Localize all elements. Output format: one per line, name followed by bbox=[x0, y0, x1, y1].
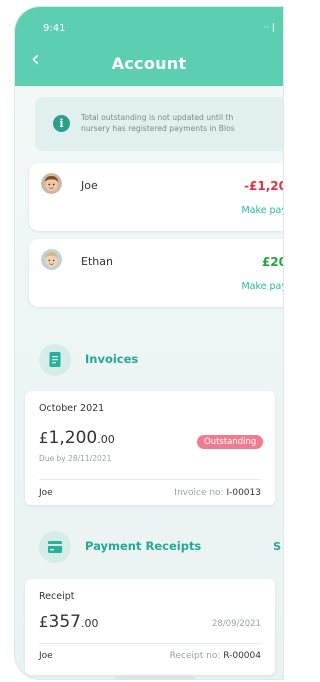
child-name: Joe bbox=[81, 179, 98, 192]
amount-cents: .00 bbox=[97, 433, 115, 446]
make-payment-link[interactable]: Make pay bbox=[241, 205, 283, 216]
notice-line-1: Total outstanding is not updated until t… bbox=[81, 113, 234, 122]
currency-symbol: £ bbox=[39, 613, 49, 631]
section-title: Invoices bbox=[85, 352, 139, 366]
status-time: 9:41 bbox=[43, 23, 66, 34]
section-title: Payment Receipts bbox=[85, 539, 202, 553]
receipt-label: Receipt bbox=[39, 591, 75, 602]
phone-frame: 9:41 ··❘ ‹ Account i Total outstanding i… bbox=[14, 6, 284, 680]
receipt-number-label: Receipt no: bbox=[169, 651, 224, 661]
invoice-icon bbox=[39, 344, 71, 376]
receipt-child-name: Joe bbox=[39, 651, 53, 661]
child-balance: £20 bbox=[261, 255, 283, 269]
divider bbox=[39, 479, 261, 480]
signal-icon: ··❘ bbox=[263, 23, 277, 33]
avatar bbox=[41, 249, 62, 270]
avatar bbox=[41, 173, 62, 194]
invoice-period: October 2021 bbox=[39, 403, 105, 414]
child-name: Ethan bbox=[81, 255, 113, 268]
see-all-link[interactable]: S bbox=[273, 540, 281, 553]
app-header: 9:41 ··❘ ‹ Account bbox=[15, 7, 283, 86]
notice-banner: i Total outstanding is not updated until… bbox=[35, 97, 283, 151]
receipt-card[interactable]: Receipt £357.00 28/09/2021 Joe Receipt n… bbox=[25, 579, 275, 675]
amount-main: 357 bbox=[48, 612, 81, 632]
amount-main: 1,200 bbox=[48, 428, 98, 448]
amount-cents: .00 bbox=[81, 617, 99, 630]
credit-card-icon bbox=[39, 531, 71, 563]
receipt-number: Receipt no: R-00004 bbox=[170, 651, 261, 661]
invoice-amount: £1,200.00 bbox=[39, 428, 115, 448]
page-title: Account bbox=[111, 54, 187, 73]
invoice-due-date: Due by 28/11/2021 bbox=[39, 454, 112, 463]
notice-text: Total outstanding is not updated until t… bbox=[81, 112, 235, 134]
receipt-date: 28/09/2021 bbox=[212, 619, 261, 629]
invoice-child-name: Joe bbox=[39, 488, 53, 498]
child-balance: -£1,20 bbox=[244, 179, 284, 193]
invoice-number-value: I-00013 bbox=[226, 488, 261, 498]
invoice-number-label: Invoice no: bbox=[174, 488, 227, 498]
info-icon: i bbox=[53, 115, 70, 132]
child-card-ethan[interactable]: Ethan £20 Make pay bbox=[29, 239, 283, 307]
make-payment-link[interactable]: Make pay bbox=[241, 281, 283, 292]
divider bbox=[39, 643, 261, 644]
invoice-card[interactable]: October 2021 £1,200.00 Due by 28/11/2021… bbox=[25, 391, 275, 505]
receipt-number-value: R-00004 bbox=[223, 651, 261, 661]
currency-symbol: £ bbox=[39, 429, 49, 447]
status-badge: Outstanding bbox=[197, 435, 264, 449]
invoice-number: Invoice no: I-00013 bbox=[174, 488, 261, 498]
receipt-amount: £357.00 bbox=[39, 612, 99, 632]
child-card-joe[interactable]: Joe -£1,20 Make pay bbox=[29, 163, 284, 231]
home-indicator bbox=[115, 676, 195, 680]
notice-line-2: nursery has registered payments in Blos bbox=[81, 124, 235, 133]
